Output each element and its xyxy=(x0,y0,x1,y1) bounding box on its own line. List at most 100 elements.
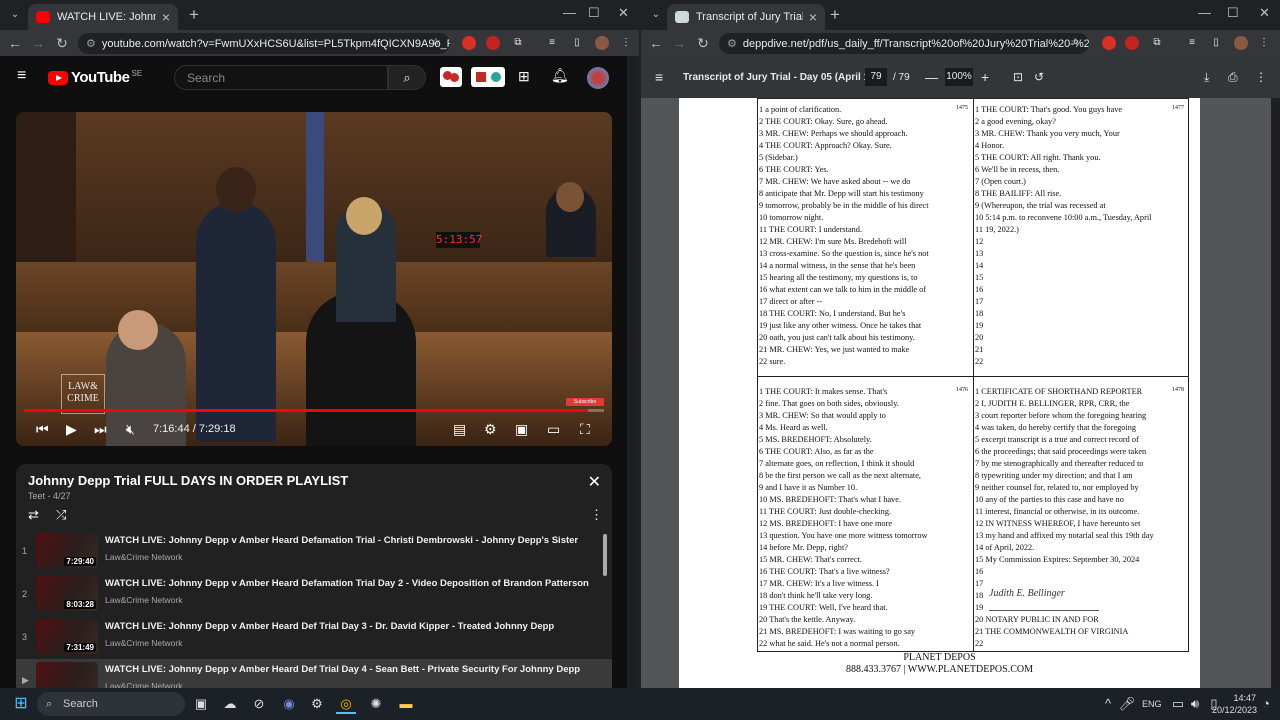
page-scrollbar[interactable] xyxy=(629,56,637,688)
video-player[interactable]: 5:13:57 LAW& CRIME Subscribe ⏮︎ ▶︎ ⏭︎ 🔇︎… xyxy=(16,112,612,446)
side-panel-icon[interactable]: ▯ xyxy=(570,36,584,50)
page-number-input[interactable]: 79 xyxy=(865,68,887,86)
language-indicator[interactable]: ENG xyxy=(1142,699,1162,709)
windows-start-icon[interactable]: ⊞ xyxy=(11,694,31,714)
app-spiral-icon[interactable]: ✺ xyxy=(366,694,386,714)
video-title[interactable]: WATCH LIVE: Johnny Depp v Amber Heard De… xyxy=(105,535,595,546)
progress-bar[interactable] xyxy=(24,409,604,412)
channel-name[interactable]: Law&Crime Network xyxy=(105,552,182,562)
side-panel-icon[interactable]: ▯ xyxy=(1209,36,1223,50)
pdf-scrollbar[interactable] xyxy=(1272,98,1280,688)
next-icon[interactable]: ⏭︎ xyxy=(94,421,107,438)
playlist-more-icon[interactable]: ⋮ xyxy=(590,507,603,523)
discord-icon[interactable]: ◉ xyxy=(279,694,299,714)
fullscreen-icon[interactable]: ⛶ xyxy=(580,421,590,438)
app-icon[interactable]: ⊘ xyxy=(249,694,269,714)
file-explorer-icon[interactable]: ▬ xyxy=(396,694,416,714)
search-input[interactable]: Search xyxy=(174,65,388,90)
zoom-input[interactable]: 100% xyxy=(945,68,973,86)
video-thumbnail[interactable]: 7:31:49 xyxy=(36,619,98,654)
channel-name[interactable]: Law&Crime Network xyxy=(105,638,182,648)
weather-widget-icon[interactable]: ☁ xyxy=(220,694,240,714)
tab-search-icon[interactable]: ⌄ xyxy=(6,6,24,24)
extension-red-icon[interactable] xyxy=(1102,36,1116,50)
chrome-icon[interactable]: ◎ xyxy=(336,694,356,714)
playlist-item[interactable]: 3 7:31:49 WATCH LIVE: Johnny Depp v Amber … xyxy=(16,616,612,659)
bookmark-star-icon[interactable]: ☆ xyxy=(429,36,443,50)
address-bar[interactable]: ⚙ deppdive.net/pdf/us_daily_ff/Transcrip… xyxy=(719,33,1089,54)
extension-capture-icon[interactable] xyxy=(471,67,505,87)
previous-icon[interactable]: ⏮︎ xyxy=(36,421,49,438)
extension-red-icon[interactable] xyxy=(462,36,476,50)
menu-hamburger-icon[interactable]: ≡ xyxy=(17,67,26,85)
extension-adblock-icon[interactable] xyxy=(486,36,500,50)
video-thumbnail[interactable]: 7:29:40 xyxy=(36,533,98,568)
play-icon[interactable]: ▶︎ xyxy=(66,421,77,438)
tab-transcript[interactable]: Transcript of Jury Trial - Day 05 × xyxy=(667,4,825,30)
notifications-bell-icon[interactable]: 🔔︎ xyxy=(551,67,569,84)
extensions-puzzle-icon[interactable]: ⧉ xyxy=(1150,36,1164,50)
mute-icon[interactable]: 🔇︎ xyxy=(126,421,135,438)
search-button[interactable]: ⌕ xyxy=(388,65,426,90)
video-thumbnail[interactable]: 8:03:28 xyxy=(36,576,98,611)
new-tab-button[interactable]: + xyxy=(830,5,840,25)
bookmark-star-icon[interactable]: ☆ xyxy=(1068,36,1082,50)
playlist-item[interactable]: 1 7:29:40 WATCH LIVE: Johnny Depp v Amber … xyxy=(16,530,612,573)
notification-icon[interactable]: ◔ xyxy=(1256,694,1276,714)
zoom-out-icon[interactable]: — xyxy=(925,70,938,85)
reading-list-icon[interactable]: ≡ xyxy=(545,36,559,50)
extension-adblock-icon[interactable] xyxy=(1125,36,1139,50)
playlist-item[interactable]: 2 8:03:28 WATCH LIVE: Johnny Depp v Amber … xyxy=(16,573,612,616)
maximize-button[interactable]: ☐ xyxy=(1227,5,1239,21)
tray-overflow-icon[interactable]: ^ xyxy=(1098,694,1118,714)
site-info-icon[interactable]: ⚙ xyxy=(86,37,96,50)
browser-menu-icon[interactable]: ⋮ xyxy=(1257,36,1271,50)
channel-name[interactable]: Law&Crime Network xyxy=(105,595,182,605)
close-window-button[interactable]: ✕ xyxy=(1259,5,1270,21)
pdf-more-icon[interactable]: ⋮ xyxy=(1255,70,1267,84)
account-avatar[interactable] xyxy=(587,67,609,89)
close-tab-icon[interactable]: × xyxy=(809,9,817,25)
create-video-icon[interactable]: ⊞ xyxy=(518,68,530,85)
tab-search-icon[interactable]: ⌄ xyxy=(647,6,665,24)
microphone-icon[interactable]: 🎤︎ xyxy=(1117,694,1137,714)
video-thumbnail[interactable] xyxy=(36,662,98,688)
task-view-icon[interactable]: ▣ xyxy=(191,694,211,714)
zoom-in-icon[interactable]: + xyxy=(981,69,989,85)
taskbar-search[interactable]: ⌕ Search xyxy=(37,692,185,716)
rotate-icon[interactable]: ↺ xyxy=(1034,70,1044,84)
playlist-item[interactable]: ▶ WATCH LIVE: Johnny Depp v Amber Heard D… xyxy=(16,659,612,688)
maximize-button[interactable]: ☐ xyxy=(588,5,600,21)
video-title[interactable]: WATCH LIVE: Johnny Depp v Amber Heard De… xyxy=(105,621,595,632)
address-bar[interactable]: ⚙ youtube.com/watch?v=FwmUXxHCS6U&list=P… xyxy=(78,33,450,54)
tab-youtube[interactable]: WATCH LIVE: Johnny Depp v Am × xyxy=(28,4,178,30)
pdf-menu-icon[interactable]: ≡ xyxy=(655,69,663,85)
settings-gear-icon[interactable]: ⚙︎ xyxy=(484,421,497,438)
site-info-icon[interactable]: ⚙ xyxy=(727,37,737,50)
forward-icon[interactable]: → xyxy=(26,35,50,51)
close-playlist-icon[interactable]: ✕ xyxy=(588,472,601,492)
volume-icon[interactable]: 🔊︎ xyxy=(1185,694,1205,714)
video-title[interactable]: WATCH LIVE: Johnny Depp v Amber Heard De… xyxy=(105,578,595,589)
theater-mode-icon[interactable]: ▭ xyxy=(547,421,560,438)
shuffle-icon[interactable]: ⤮ xyxy=(56,507,66,523)
video-title[interactable]: WATCH LIVE: Johnny Depp v Amber Heard De… xyxy=(105,664,595,675)
pdf-viewer[interactable]: 1475 1 a point of clarification. 2 THE COU… xyxy=(641,98,1271,688)
youtube-logo[interactable]: YouTube SE xyxy=(48,69,142,86)
profile-avatar[interactable] xyxy=(1234,36,1248,50)
loop-icon[interactable]: ⇄ xyxy=(28,507,39,523)
extension-chat-icon[interactable] xyxy=(440,67,462,87)
subtitles-icon[interactable]: ▤ xyxy=(453,421,466,438)
back-icon[interactable]: ← xyxy=(644,35,668,51)
reading-list-icon[interactable]: ≡ xyxy=(1185,36,1199,50)
forward-icon[interactable]: → xyxy=(667,35,691,51)
new-tab-button[interactable]: + xyxy=(189,5,199,25)
steam-icon[interactable]: ⚙ xyxy=(307,694,327,714)
playlist-scrollbar[interactable] xyxy=(603,534,607,576)
close-tab-icon[interactable]: × xyxy=(162,9,170,25)
reload-icon[interactable]: ↻ xyxy=(691,35,715,52)
reload-icon[interactable]: ↻ xyxy=(50,35,74,52)
download-icon[interactable]: ⤓ xyxy=(1204,70,1209,85)
profile-avatar[interactable] xyxy=(595,36,609,50)
minimize-button[interactable]: — xyxy=(1198,5,1211,20)
